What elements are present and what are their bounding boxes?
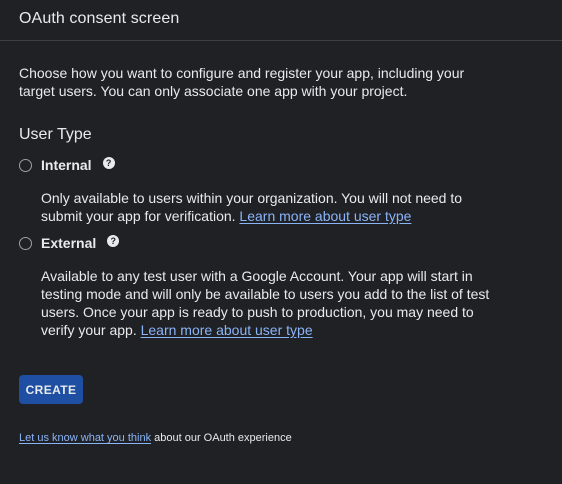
- external-label: External: [41, 235, 97, 251]
- intro-text: Choose how you want to configure and reg…: [19, 65, 465, 99]
- feedback-link[interactable]: Let us know what you think: [19, 432, 151, 444]
- internal-label: Internal: [41, 157, 92, 173]
- internal-radio[interactable]: [19, 158, 32, 172]
- create-button[interactable]: CREATE: [19, 375, 83, 404]
- internal-learn-more-link[interactable]: Learn more about user type: [239, 208, 411, 224]
- external-description: Available to any test user with a Google…: [41, 267, 491, 339]
- external-learn-more-link[interactable]: Learn more about user type: [141, 322, 313, 338]
- external-radio[interactable]: [19, 236, 32, 250]
- external-help-icon[interactable]: ?: [107, 235, 120, 247]
- external-option[interactable]: External ?: [19, 235, 120, 251]
- internal-option[interactable]: Internal ?: [19, 157, 115, 173]
- internal-description: Only available to users within your orga…: [41, 189, 491, 225]
- page-header: OAuth consent screen: [0, 0, 562, 41]
- page-title: OAuth consent screen: [19, 10, 180, 27]
- feedback-line: Let us know what you think about our OAu…: [19, 432, 292, 444]
- user-type-title: User Type: [19, 126, 92, 143]
- feedback-text: about our OAuth experience: [151, 432, 292, 444]
- internal-help-icon[interactable]: ?: [102, 157, 115, 169]
